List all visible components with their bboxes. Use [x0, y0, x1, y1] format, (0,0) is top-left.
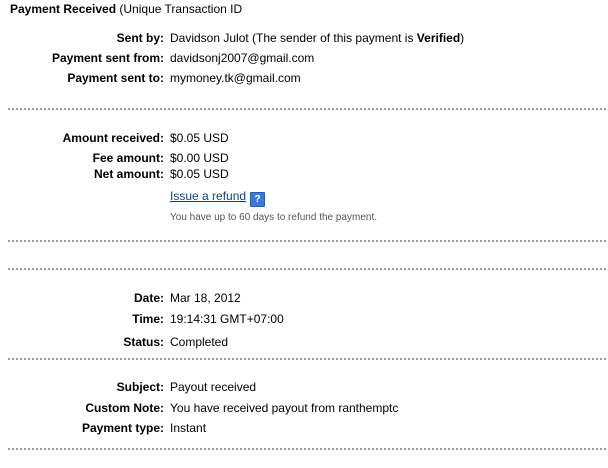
net-amount-value: $0.05 USD [170, 167, 229, 181]
refund-hint: You have up to 60 days to refund the pay… [170, 212, 378, 223]
section-divider [8, 268, 606, 270]
section-divider [8, 358, 606, 360]
row-sent-by: Sent by: Davidson Julot (The sender of t… [0, 30, 608, 46]
time-label: Time: [132, 312, 164, 326]
page-title-bold: Payment Received [10, 2, 117, 16]
fee-amount-label: Fee amount: [92, 151, 164, 165]
sent-to-label: Payment sent to: [67, 71, 164, 85]
amount-received-value: $0.05 USD [170, 131, 229, 145]
row-custom-note: Custom Note: You have received payout fr… [0, 400, 608, 416]
custom-note-value: You have received payout from ranthemptc [170, 401, 399, 415]
subject-label: Subject: [116, 380, 164, 394]
refund-container: Issue a refund? [170, 188, 266, 207]
sender-note-suffix: ) [460, 31, 465, 45]
subject-value: Payout received [170, 380, 257, 394]
status-value: Completed [170, 335, 229, 349]
row-amount-received: Amount received: $0.05 USD [0, 130, 608, 146]
row-fee-amount: Fee amount: $0.00 USD [0, 150, 608, 166]
verified-status: Verified [416, 31, 461, 45]
status-label: Status: [123, 335, 164, 349]
sent-by-label: Sent by: [116, 31, 164, 45]
sender-name: Davidson Julot [170, 31, 249, 45]
section-divider [8, 240, 606, 242]
row-subject: Subject: Payout received [0, 379, 608, 395]
help-question-icon[interactable]: ? [250, 192, 266, 207]
row-sent-from: Payment sent from: davidsonj2007@gmail.c… [0, 50, 608, 66]
payment-type-label: Payment type: [81, 421, 164, 435]
page-title-rest: (Unique Transaction ID [116, 2, 243, 16]
sender-note-prefix: (The sender of this payment is [248, 31, 417, 45]
net-amount-label: Net amount: [94, 167, 164, 181]
time-value: 19:14:31 GMT+07:00 [170, 312, 284, 326]
row-status: Status: Completed [0, 334, 608, 350]
issue-refund-link[interactable]: Issue a refund [170, 189, 246, 203]
row-payment-type: Payment type: Instant [0, 420, 608, 436]
row-net-amount: Net amount: $0.05 USD [0, 166, 608, 182]
amount-received-label: Amount received: [62, 131, 164, 145]
sent-from-value: davidsonj2007@gmail.com [170, 51, 315, 65]
sent-to-value: mymoney.tk@gmail.com [170, 71, 301, 85]
custom-note-label: Custom Note: [85, 401, 164, 415]
date-value: Mar 18, 2012 [170, 291, 241, 305]
fee-amount-value: $0.00 USD [170, 151, 229, 165]
sent-from-label: Payment sent from: [51, 51, 164, 65]
section-divider [8, 108, 606, 110]
payment-type-value: Instant [170, 421, 207, 435]
row-sent-to: Payment sent to: mymoney.tk@gmail.com [0, 70, 608, 86]
row-time: Time: 19:14:31 GMT+07:00 [0, 311, 608, 327]
page-title: Payment Received (Unique Transaction ID [10, 2, 242, 16]
date-label: Date: [133, 291, 164, 305]
sent-by-value: Davidson Julot (The sender of this payme… [170, 30, 464, 46]
section-divider [8, 448, 606, 450]
row-date: Date: Mar 18, 2012 [0, 290, 608, 306]
